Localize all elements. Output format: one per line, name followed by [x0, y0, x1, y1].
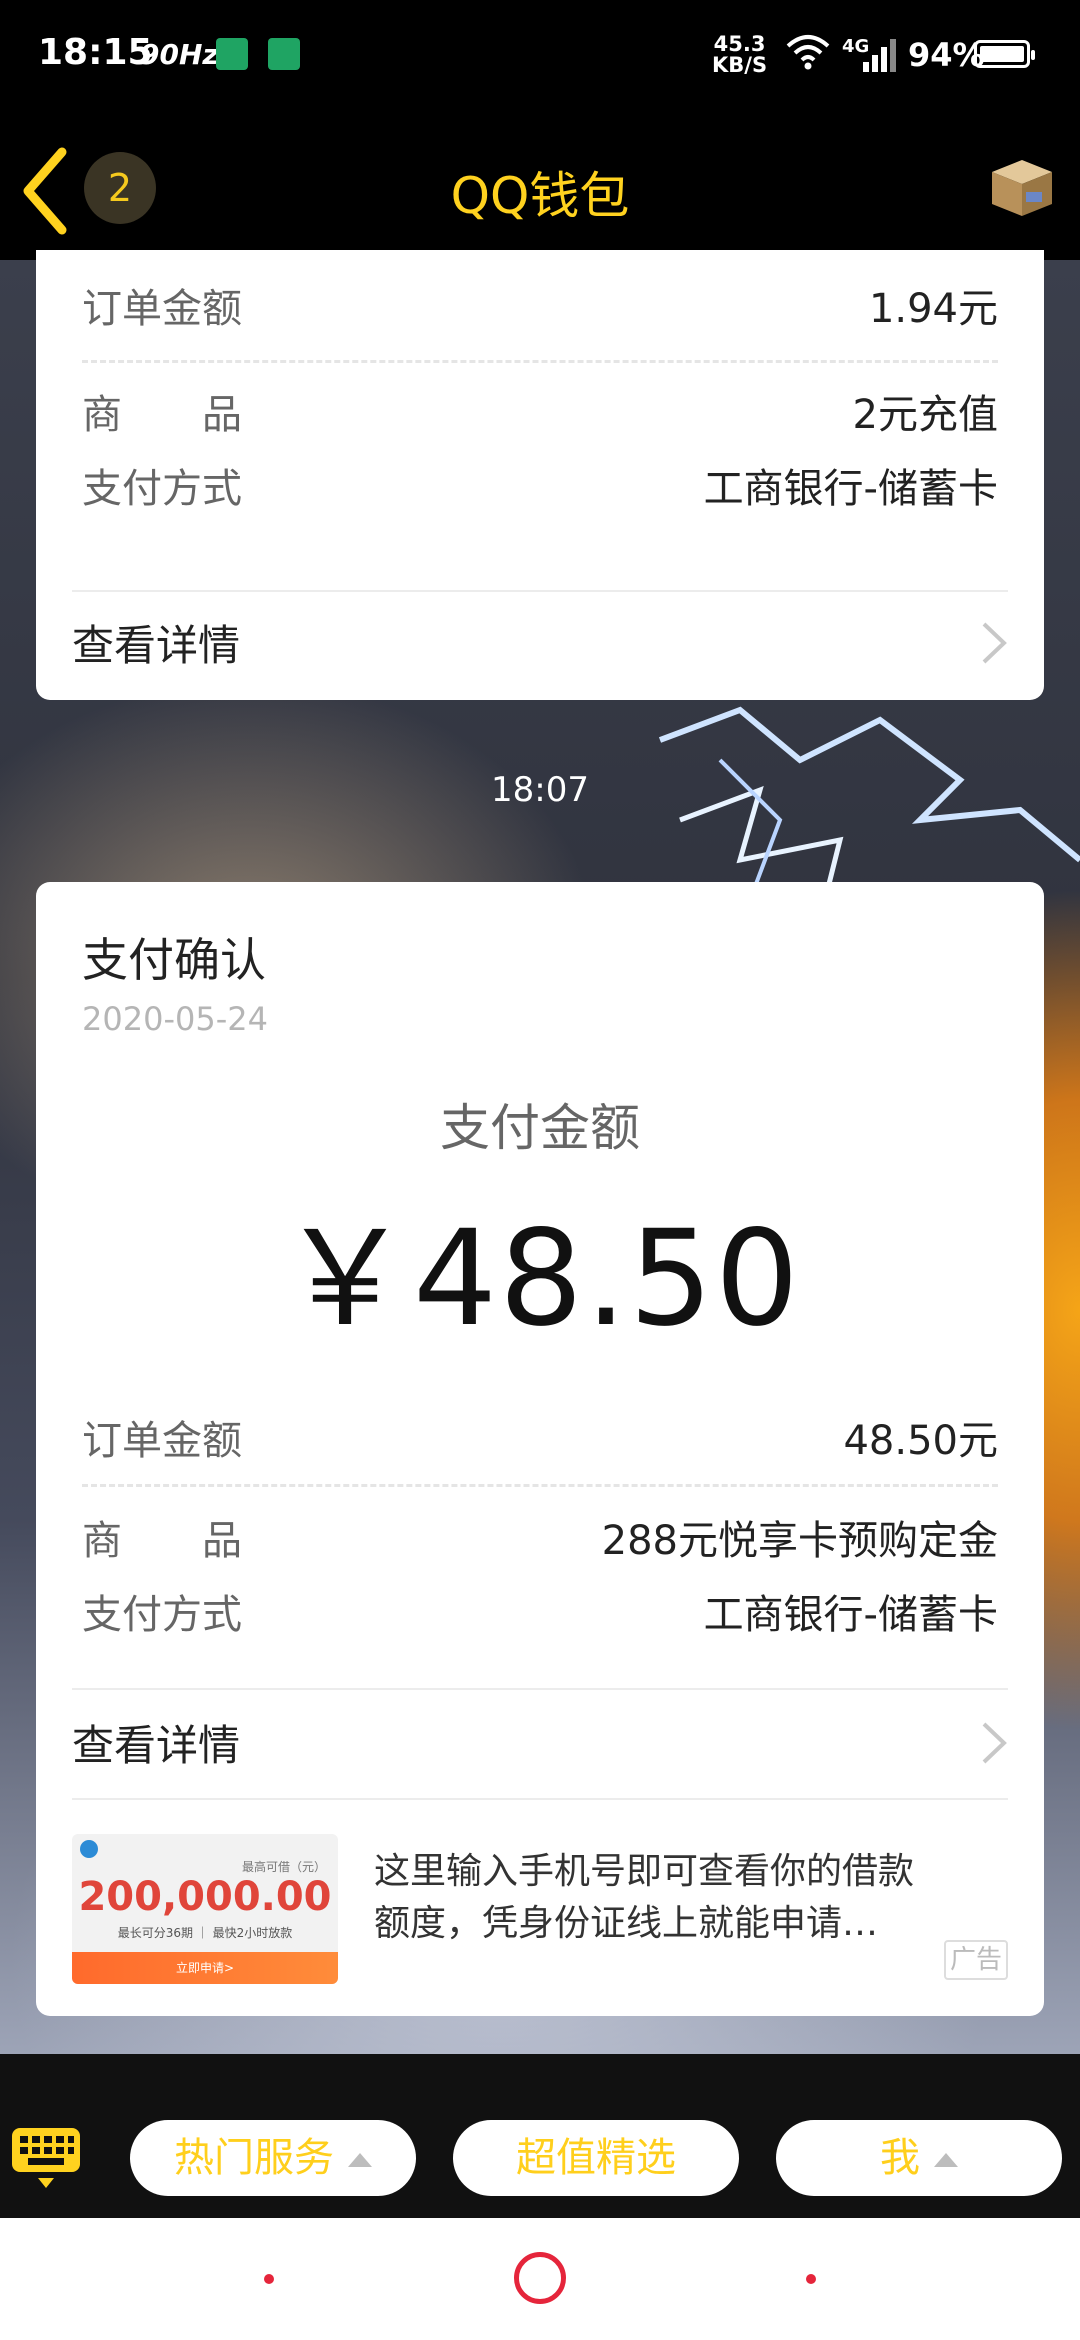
order-amount-value: 1.94元	[868, 286, 998, 332]
bottom-menu-bar: 热门服务 超值精选 我	[0, 2054, 1080, 2218]
payment-method-label: 支付方式	[82, 466, 242, 512]
view-details-label: 查看详情	[72, 621, 241, 670]
app-notification-icon	[216, 38, 248, 70]
ad-logo-icon	[80, 1840, 98, 1858]
ad-image-button: 立即申请>	[72, 1952, 338, 1984]
battery-icon	[974, 40, 1035, 68]
menu-label: 我	[880, 2135, 920, 2181]
order-amount-value: 48.50元	[843, 1418, 998, 1464]
payment-amount-label: 支付金额	[440, 1099, 640, 1157]
product-value: 2元充值	[852, 392, 998, 438]
order-amount-label: 订单金额	[82, 1418, 242, 1464]
card-date: 2020-05-24	[82, 1000, 268, 1038]
ad-description[interactable]: 这里输入手机号即可查看你的借款额度，凭身份证线上就能申请…	[374, 1846, 934, 1950]
page-title: QQ钱包	[450, 167, 630, 225]
ad-image-amount: 200,000.00	[78, 1874, 332, 1920]
payment-method-value: 工商银行-储蓄卡	[703, 466, 998, 512]
divider	[72, 1688, 1008, 1690]
menu-me[interactable]: 我	[776, 2120, 1062, 2196]
message-timestamp: 18:07	[491, 770, 589, 810]
menu-label: 热门服务	[174, 2135, 334, 2181]
chevron-right-icon	[982, 622, 1007, 664]
keyboard-icon[interactable]	[10, 2124, 82, 2194]
payment-method-value: 工商银行-储蓄卡	[703, 1592, 998, 1638]
system-navigation-bar	[0, 2218, 1080, 2340]
triangle-up-icon	[934, 2153, 958, 2167]
package-box-icon[interactable]	[986, 156, 1058, 218]
status-time: 18:15	[38, 32, 153, 73]
app-notification-icon	[268, 38, 300, 70]
chevron-right-icon	[982, 1722, 1007, 1764]
network-speed-value: 45.3	[713, 32, 766, 56]
payment-amount: ￥48.50	[279, 1202, 801, 1356]
refresh-rate: 90Hz	[140, 38, 219, 71]
nav-home-button[interactable]	[514, 2252, 566, 2304]
menu-value-picks[interactable]: 超值精选	[453, 2120, 739, 2196]
nav-back-button[interactable]	[806, 2274, 816, 2284]
view-details-label: 查看详情	[72, 1721, 241, 1770]
divider	[72, 590, 1008, 592]
network-speed: 45.3 KB/S	[712, 34, 767, 76]
wifi-icon	[786, 35, 830, 70]
status-bar: 18:15 90Hz 45.3 KB/S 4G 94%	[0, 0, 1080, 112]
nav-menu-button[interactable]	[264, 2274, 274, 2284]
view-details-button[interactable]: 查看详情	[72, 602, 1008, 674]
dashed-divider	[82, 1484, 998, 1487]
divider	[72, 1798, 1008, 1800]
order-amount-label: 订单金额	[82, 286, 242, 332]
ad-image-caption: 最高可借（元）	[242, 1860, 327, 1874]
dashed-divider	[82, 360, 998, 363]
payment-card-previous: 订单金额 1.94元 商 品 2元充值 支付方式 工商银行-储蓄卡 查看详情	[36, 250, 1044, 700]
ad-image-subtitle: 最长可分36期 ｜ 最快2小时放款	[117, 1926, 293, 1940]
app-header: 2 QQ钱包	[0, 112, 1080, 260]
network-speed-unit: KB/S	[712, 53, 768, 77]
product-label: 商 品	[82, 1518, 242, 1564]
menu-hot-services[interactable]: 热门服务	[130, 2120, 416, 2196]
menu-label: 超值精选	[516, 2135, 676, 2181]
product-value: 288元悦享卡预购定金	[601, 1518, 998, 1564]
ad-banner-image[interactable]: 最高可借（元） 200,000.00 最长可分36期 ｜ 最快2小时放款 立即申…	[72, 1834, 338, 1984]
payment-method-label: 支付方式	[82, 1592, 242, 1638]
card-title: 支付确认	[82, 933, 266, 987]
product-label: 商 品	[82, 392, 242, 438]
view-details-button[interactable]: 查看详情	[72, 1702, 1008, 1774]
signal-icon	[863, 39, 896, 72]
triangle-up-icon	[348, 2153, 372, 2167]
payment-confirmation-card: 支付确认 2020-05-24 支付金额 ￥48.50 订单金额 48.50元 …	[36, 882, 1044, 2016]
ad-tag: 广告	[944, 1940, 1008, 1980]
